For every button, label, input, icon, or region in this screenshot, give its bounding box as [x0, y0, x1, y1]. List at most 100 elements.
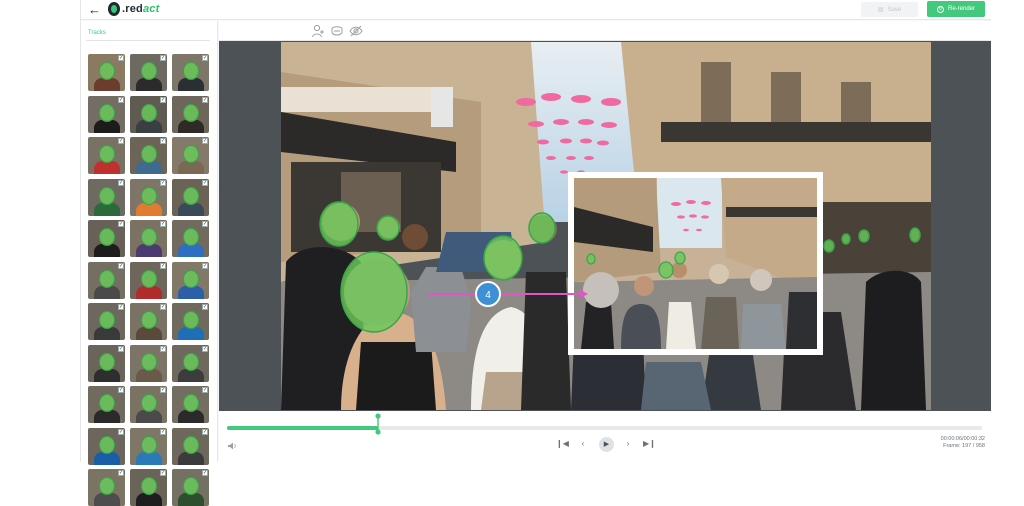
track-thumbnail[interactable]: ✓	[130, 344, 167, 382]
track-checkbox[interactable]: ✓	[160, 387, 166, 393]
track-thumbnail[interactable]: ✓	[172, 54, 209, 91]
track-checkbox[interactable]: ✓	[202, 55, 208, 61]
logo-text: .redact	[122, 3, 160, 15]
face-blur-overlay	[141, 103, 157, 122]
track-thumbnail[interactable]: ✓	[172, 386, 209, 423]
rerender-label: Re-render	[947, 6, 975, 12]
track-checkbox[interactable]: ✓	[202, 428, 208, 435]
skip-start-icon[interactable]: ❙◀	[556, 438, 569, 450]
track-checkbox[interactable]: ✓	[118, 96, 124, 103]
track-thumbnail[interactable]: ✓	[88, 220, 125, 257]
track-thumbnail[interactable]: ✓	[88, 261, 125, 299]
logo-mark-icon	[108, 2, 120, 16]
track-thumbnail[interactable]: ✓	[130, 95, 167, 133]
refresh-icon: ↻	[936, 5, 944, 13]
rerender-button[interactable]: ↻ Re-render	[927, 1, 985, 17]
face-blur-overlay	[99, 435, 115, 454]
track-thumbnail[interactable]: ✓	[130, 469, 167, 506]
track-checkbox[interactable]: ✓	[118, 470, 124, 476]
track-checkbox[interactable]: ✓	[160, 179, 166, 186]
track-checkbox[interactable]: ✓	[160, 138, 166, 144]
track-thumbnail[interactable]: ✓	[130, 178, 167, 216]
time-readout: 00:00:06/00:00:32 Frame: 197 / 958	[941, 436, 985, 450]
track-checkbox[interactable]: ✓	[202, 304, 208, 310]
track-thumbnail[interactable]: ✓	[130, 220, 167, 257]
track-checkbox[interactable]: ✓	[202, 179, 208, 186]
track-thumbnail[interactable]: ✓	[130, 427, 167, 465]
track-thumbnail[interactable]: ✓	[172, 261, 209, 299]
tracks-divider	[86, 40, 210, 41]
track-thumbnail[interactable]: ✓	[130, 386, 167, 423]
track-checkbox[interactable]: ✓	[118, 221, 124, 227]
track-thumbnail[interactable]: ✓	[172, 303, 209, 340]
track-checkbox[interactable]: ✓	[118, 428, 124, 435]
prev-frame-icon[interactable]: ‹	[577, 438, 589, 450]
track-thumbnail[interactable]: ✓	[172, 95, 209, 133]
track-checkbox[interactable]: ✓	[202, 96, 208, 103]
track-checkbox[interactable]: ✓	[202, 387, 208, 393]
track-checkbox[interactable]: ✓	[118, 345, 124, 352]
track-thumbnail[interactable]: ✓	[130, 54, 167, 91]
track-checkbox[interactable]: ✓	[160, 221, 166, 227]
track-thumbnail[interactable]: ✓	[172, 137, 209, 174]
track-thumbnail[interactable]: ✓	[88, 178, 125, 216]
top-bar: ← .redact ▤ Save ↻ Re-render	[81, 0, 991, 20]
track-checkbox[interactable]: ✓	[118, 138, 124, 144]
face-blur-overlay	[183, 228, 199, 246]
track-checkbox[interactable]: ✓	[118, 179, 124, 186]
video-frame[interactable]: 4	[281, 42, 931, 410]
face-blur-overlay	[99, 352, 115, 371]
next-frame-icon[interactable]: ›	[622, 438, 634, 450]
face-blur-overlay	[99, 145, 115, 163]
face-mask-icon[interactable]	[330, 24, 344, 38]
volume-icon[interactable]	[227, 441, 237, 451]
track-thumbnail[interactable]: ✓	[130, 303, 167, 340]
track-thumbnail[interactable]: ✓	[88, 427, 125, 465]
timeline-track[interactable]	[227, 426, 982, 430]
logo: .redact	[108, 2, 159, 16]
arrow-left-icon[interactable]: ←	[88, 2, 101, 18]
track-checkbox[interactable]: ✓	[160, 262, 166, 269]
track-thumbnail[interactable]: ✓	[130, 261, 167, 299]
save-icon: ▤	[877, 7, 884, 13]
play-icon[interactable]: ▶	[599, 437, 614, 452]
face-blur-overlay	[99, 62, 115, 80]
track-checkbox[interactable]: ✓	[160, 345, 166, 352]
face-blur-overlay	[141, 228, 157, 246]
save-button[interactable]: ▤ Save	[861, 2, 918, 17]
track-checkbox[interactable]: ✓	[118, 262, 124, 269]
track-thumbnail[interactable]: ✓	[88, 137, 125, 174]
track-checkbox[interactable]: ✓	[160, 55, 166, 61]
track-checkbox[interactable]: ✓	[202, 221, 208, 227]
hide-icon[interactable]	[349, 24, 363, 38]
track-checkbox[interactable]: ✓	[118, 55, 124, 61]
track-thumbnail[interactable]: ✓	[172, 427, 209, 465]
timeline-playhead[interactable]	[375, 413, 381, 435]
track-checkbox[interactable]: ✓	[160, 470, 166, 476]
track-checkbox[interactable]: ✓	[202, 470, 208, 476]
face-blur-overlay	[183, 103, 199, 122]
track-thumbnail[interactable]: ✓	[88, 54, 125, 91]
face-blur-overlay	[141, 435, 157, 454]
track-checkbox[interactable]: ✓	[160, 428, 166, 435]
track-checkbox[interactable]: ✓	[202, 262, 208, 269]
track-checkbox[interactable]: ✓	[160, 304, 166, 310]
track-thumbnail[interactable]: ✓	[172, 344, 209, 382]
track-thumbnail[interactable]: ✓	[88, 95, 125, 133]
track-thumbnail[interactable]: ✓	[130, 137, 167, 174]
track-thumbnail[interactable]: ✓	[172, 178, 209, 216]
track-checkbox[interactable]: ✓	[118, 304, 124, 310]
track-checkbox[interactable]: ✓	[202, 345, 208, 352]
track-thumbnail[interactable]: ✓	[88, 344, 125, 382]
track-checkbox[interactable]: ✓	[118, 387, 124, 393]
face-blur-overlay	[141, 186, 157, 205]
track-thumbnail[interactable]: ✓	[88, 303, 125, 340]
skip-end-icon[interactable]: ▶❙	[643, 438, 656, 450]
track-thumbnail[interactable]: ✓	[172, 469, 209, 506]
track-checkbox[interactable]: ✓	[160, 96, 166, 103]
track-checkbox[interactable]: ✓	[202, 138, 208, 144]
track-thumbnail[interactable]: ✓	[172, 220, 209, 257]
track-thumbnail[interactable]: ✓	[88, 386, 125, 423]
add-person-icon[interactable]	[311, 24, 325, 38]
track-thumbnail[interactable]: ✓	[88, 469, 125, 506]
